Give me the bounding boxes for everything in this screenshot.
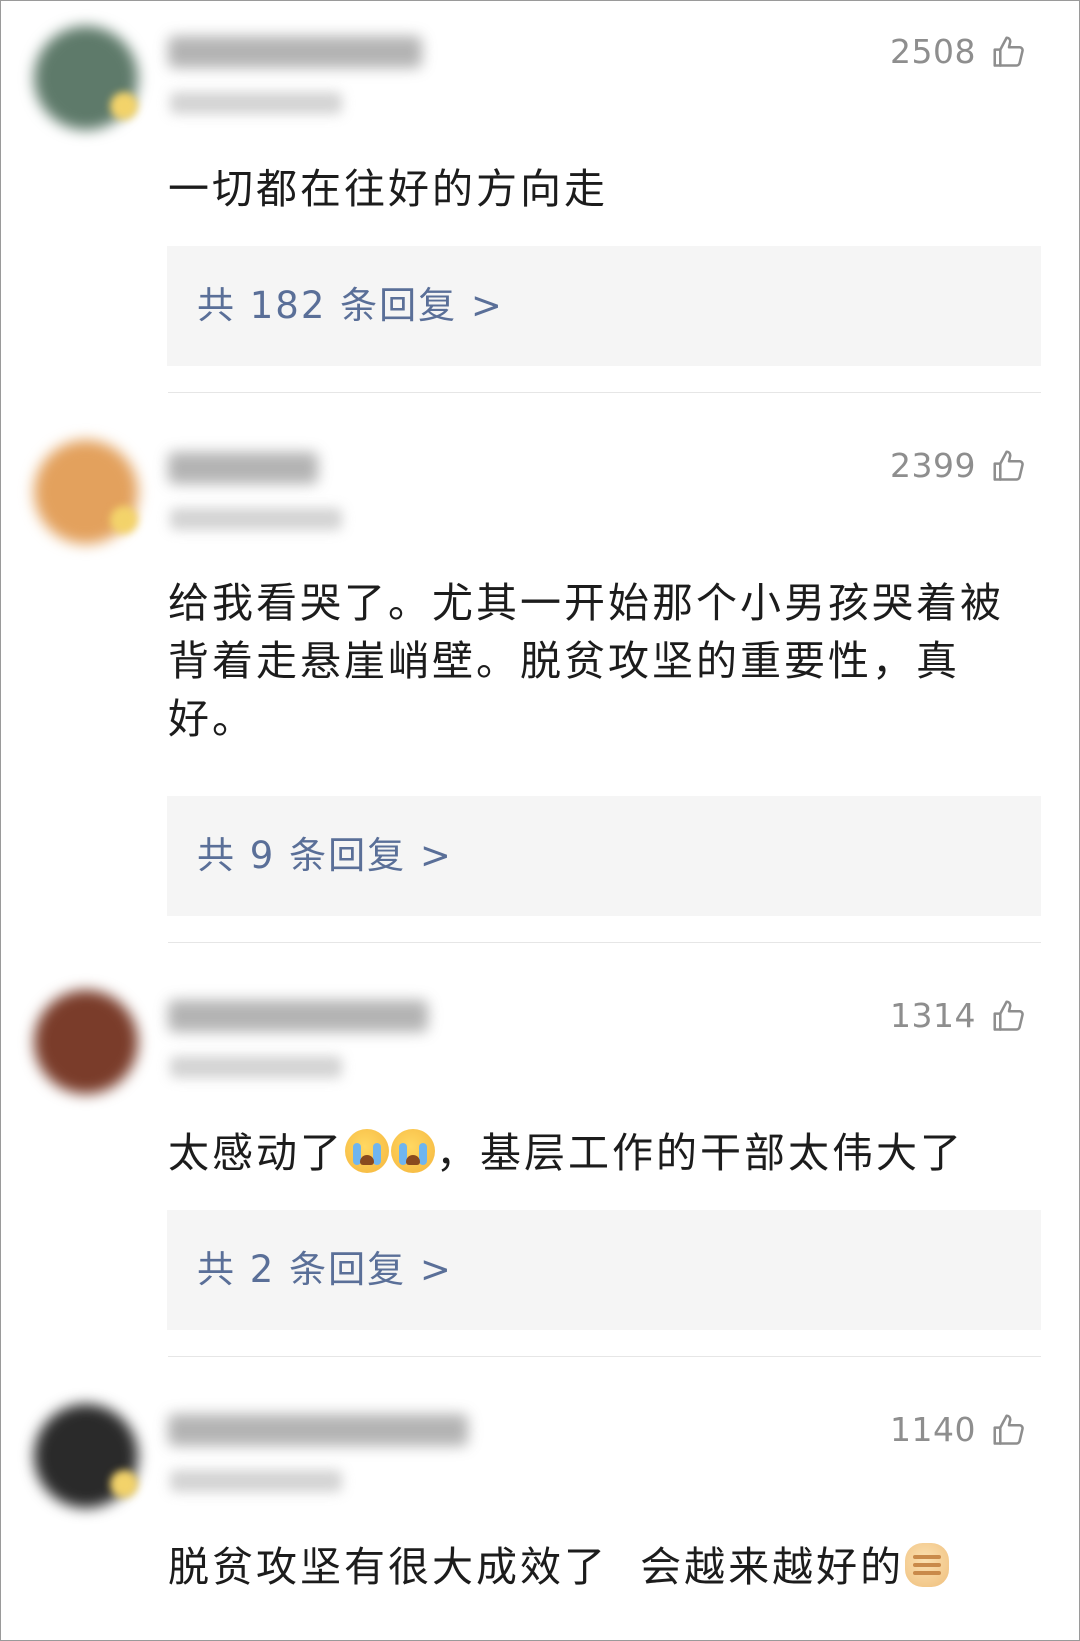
comment-text: 给我看哭了。尤其一开始那个小男孩哭着被背着走悬崖峭壁。脱贫攻坚的重要性，真好。 — [168, 579, 1004, 743]
comment-meta-blurred — [170, 92, 342, 114]
user-avatar[interactable] — [34, 990, 138, 1094]
raised-fist-icon — [905, 1543, 950, 1587]
username-blurred[interactable] — [168, 452, 318, 484]
like-control[interactable]: 2508 — [890, 32, 1028, 71]
like-count: 2399 — [890, 446, 976, 485]
username-blurred[interactable] — [168, 36, 422, 68]
comment-divider — [168, 392, 1041, 393]
thumbs-up-outline-icon[interactable] — [990, 1411, 1028, 1449]
verified-badge-icon — [110, 506, 138, 534]
comment-text-part: ，基层工作的干部太伟大了 — [436, 1129, 964, 1177]
thumbs-up-outline-icon[interactable] — [990, 447, 1028, 485]
verified-badge-icon — [110, 1470, 138, 1498]
view-replies-link[interactable]: 共 182 条回复 > — [197, 246, 504, 366]
like-count: 1314 — [890, 996, 976, 1035]
username-blurred[interactable] — [168, 1414, 468, 1446]
comment-text: 脱贫攻坚有很大成效了 会越来越好的 — [168, 1538, 1028, 1596]
like-control[interactable]: 1314 — [890, 996, 1028, 1035]
reply-summary-box[interactable]: 共 9 条回复 > — [167, 796, 1041, 916]
comment-text-part: 太感动了 — [168, 1129, 344, 1177]
like-count: 1140 — [890, 1410, 976, 1449]
like-control[interactable]: 2399 — [890, 446, 1028, 485]
loudly-crying-face-icon — [391, 1129, 435, 1173]
verified-badge-icon — [110, 92, 138, 120]
comment-text: 太感动了 ，基层工作的干部太伟大了 — [168, 1124, 1028, 1182]
thumbs-up-outline-icon[interactable] — [990, 997, 1028, 1035]
loudly-crying-face-icon — [345, 1129, 389, 1173]
like-control[interactable]: 1140 — [890, 1410, 1028, 1449]
view-replies-link[interactable]: 共 2 条回复 > — [197, 1210, 453, 1330]
comment-text: 一切都在往好的方向走 — [168, 165, 608, 213]
reply-summary-box[interactable]: 共 182 条回复 > — [167, 246, 1041, 366]
reply-summary-box[interactable]: 共 2 条回复 > — [167, 1210, 1041, 1330]
comment-divider — [168, 1356, 1041, 1357]
thumbs-up-outline-icon[interactable] — [990, 33, 1028, 71]
comment-text-part: 脱贫攻坚有很大成效了 会越来越好的 — [168, 1543, 905, 1591]
comment-divider — [168, 942, 1041, 943]
like-count: 2508 — [890, 32, 976, 71]
comment-meta-blurred — [170, 1056, 342, 1078]
username-blurred[interactable] — [168, 1000, 428, 1032]
comment-meta-blurred — [170, 1470, 342, 1492]
view-replies-link[interactable]: 共 9 条回复 > — [197, 796, 453, 916]
comment-meta-blurred — [170, 508, 342, 530]
